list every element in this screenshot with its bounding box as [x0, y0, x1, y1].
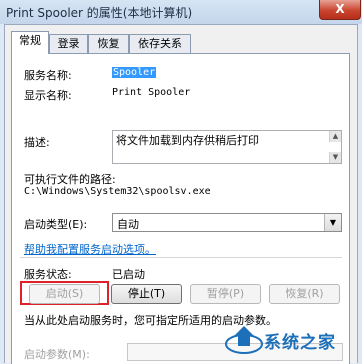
exe-path-label: 可执行文件的路径: [24, 173, 116, 186]
display-name-label: 显示名称: [24, 89, 72, 102]
service-status-value: 已启动 [112, 268, 145, 281]
scroll-down-icon[interactable]: ▼ [329, 152, 341, 163]
description-label: 描述: [24, 136, 50, 149]
service-status-label: 服务状态: [24, 268, 72, 281]
chevron-down-icon[interactable]: ▼ [324, 214, 341, 231]
startup-type-select[interactable]: 自动 ▼ [112, 213, 342, 232]
service-name-label: 服务名称: [24, 69, 72, 82]
close-button[interactable]: X [319, 0, 361, 20]
properties-dialog: 常规 登录 恢复 依存关系 服务名称: Spooler 显示名称: Print … [4, 24, 358, 364]
title-bar: Print Spooler 的属性(本地计算机) X [0, 0, 362, 24]
general-panel: 服务名称: Spooler 显示名称: Print Spooler 描述: 将文… [11, 53, 350, 364]
tab-general[interactable]: 常规 [11, 31, 49, 54]
watermark-text: 系统之家 [264, 333, 336, 353]
scroll-up-icon[interactable]: ▲ [329, 131, 341, 142]
startup-type-value: 自动 [117, 218, 139, 231]
exe-path-value[interactable]: C:\Windows\System32\spoolsv.exe [24, 186, 211, 197]
divider [20, 257, 342, 258]
stop-button[interactable]: 停止(T) [111, 284, 182, 304]
startup-type-label: 启动类型(E): [24, 218, 88, 231]
start-button[interactable]: 启动(S) [29, 284, 100, 304]
watermark-logo-icon [225, 326, 263, 354]
tab-recovery[interactable]: 恢复 [88, 34, 129, 53]
help-link[interactable]: 帮助我配置服务启动选项。 [24, 241, 156, 257]
service-name-value[interactable]: Spooler [112, 67, 157, 78]
resume-button[interactable]: 恢复(R) [269, 284, 340, 304]
tab-logon[interactable]: 登录 [49, 34, 88, 53]
start-params-label: 启动参数(M): [24, 348, 90, 361]
window-title: Print Spooler 的属性(本地计算机) [6, 6, 193, 20]
display-name-value[interactable]: Print Spooler [112, 87, 190, 98]
description-value: 将文件加载到内存供稍后打印 [116, 134, 259, 147]
pause-button[interactable]: 暂停(P) [190, 284, 261, 304]
description-textbox[interactable]: 将文件加载到内存供稍后打印 ▲ ▼ [112, 130, 342, 164]
watermark: 系统之家 [222, 320, 362, 363]
tab-dependencies[interactable]: 依存关系 [129, 34, 191, 53]
